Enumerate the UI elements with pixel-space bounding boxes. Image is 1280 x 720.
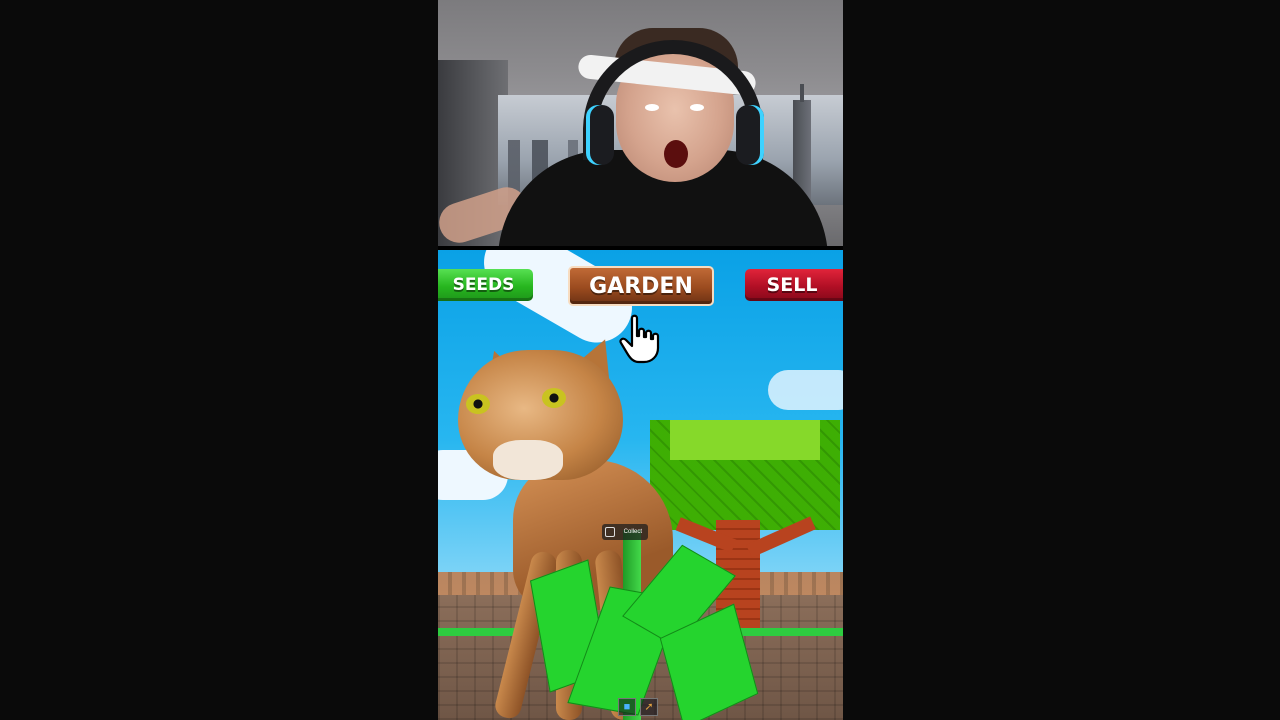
cloud [768,370,843,410]
collect-icon [605,527,615,537]
garden-label: GARDEN [589,273,693,299]
headphone-cup-left [586,105,614,165]
tree-canopy-top [670,420,820,460]
collect-prompt[interactable]: Collect [602,524,648,540]
game-viewport[interactable]: Collect ■ ➚ SEEDS GARDEN SELL [438,250,843,720]
cube-icon[interactable]: ■ [618,698,636,716]
seeds-button[interactable]: SEEDS [438,269,533,301]
tool-icon[interactable]: ➚ [640,698,658,716]
video-frame: Collect ■ ➚ SEEDS GARDEN SELL [438,0,843,720]
cat-eye [466,394,490,414]
webcam-feed [438,0,843,246]
sell-label: SELL [766,274,818,296]
headphone-cup-right [736,105,764,165]
cat-muzzle [493,440,563,480]
cat-eye [542,388,566,408]
collect-label: Collect [623,529,642,535]
hotbar: ■ ➚ [618,698,664,718]
hand-pointer-icon [619,314,660,364]
garden-button[interactable]: GARDEN [568,266,714,306]
sell-button[interactable]: SELL [745,269,843,301]
seeds-label: SEEDS [452,275,515,295]
